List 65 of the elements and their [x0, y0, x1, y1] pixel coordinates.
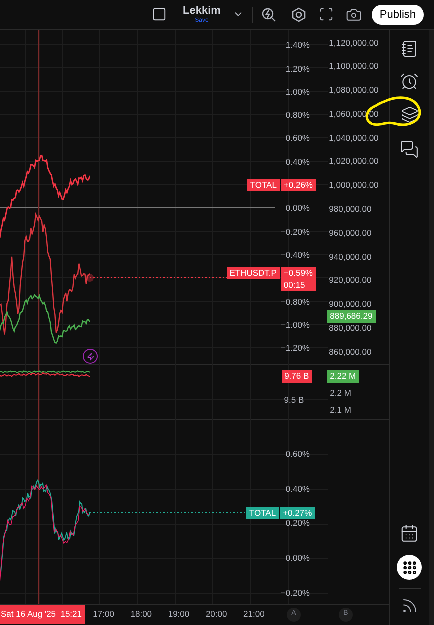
percent-axis-label: 0.60%: [286, 132, 311, 146]
series-badge-name: TOTAL: [247, 179, 280, 192]
lightning-search-icon[interactable]: [260, 6, 277, 22]
percent-axis-label: 0.40%: [286, 156, 311, 168]
price-axis-label: 880,000.00: [329, 322, 372, 335]
volume-axis-label: 2.1 M: [329, 404, 352, 416]
percent-axis-label: −0.40%: [280, 248, 311, 262]
percent-axis-label: 1.40%: [286, 39, 311, 52]
layers-icon[interactable]: [400, 106, 418, 124]
grid-icon: [402, 560, 418, 576]
percent-axis-label: −0.80%: [280, 296, 311, 308]
volume-badge: 9.76 B: [282, 370, 312, 383]
volume-axis-label: 9.5 B: [284, 394, 306, 407]
signal-icon[interactable]: [400, 597, 418, 615]
percent-change: +0.26%: [284, 179, 313, 192]
percent-axis-label: −1.00%: [280, 318, 311, 332]
percent-axis-label: 0.20%: [286, 517, 310, 530]
camera-icon[interactable]: [346, 6, 362, 22]
series-badge-name: ETHUSDT.P: [226, 266, 280, 279]
percent-change: +0.27%: [283, 507, 312, 519]
notes-icon[interactable]: [400, 40, 418, 58]
percent-axis-label: −0.20%: [280, 586, 310, 600]
time-axis-label: 19:00: [168, 608, 190, 621]
time-axis-label: 18:00: [130, 608, 152, 621]
percent-axis-label: 1.00%: [286, 86, 311, 99]
percent-change: −0.59%: [284, 266, 313, 279]
fullscreen-icon[interactable]: [318, 7, 334, 22]
price-axis-label: 960,000.00: [329, 226, 372, 240]
grid-menu-button[interactable]: [397, 555, 422, 580]
time-axis-label: 21:00: [244, 608, 265, 621]
price-axis-label: 1,100,000.00: [329, 60, 379, 74]
price-axis-label: 860,000.00: [329, 346, 372, 358]
percent-axis-label: 1.20%: [286, 62, 311, 76]
percent-axis-label: −1.20%: [280, 342, 311, 355]
alarm-clock-icon[interactable]: [400, 72, 419, 91]
price-axis-label: 920,000.00: [329, 274, 372, 288]
percent-axis-label: −0.20%: [280, 226, 311, 238]
price-badge: 889,686.29: [327, 310, 376, 323]
calendar-icon[interactable]: [400, 524, 419, 543]
percent-axis-label: 0.60%: [286, 448, 310, 461]
bar-countdown: 00:15: [284, 278, 306, 291]
hexagon-icon[interactable]: [290, 6, 307, 22]
percent-axis-label: 0.00%: [286, 552, 310, 565]
square-icon[interactable]: [152, 7, 167, 22]
price-axis-label: 1,120,000.00: [329, 36, 379, 50]
percent-axis-label: 0.40%: [286, 482, 310, 496]
volume-axis-label: 2.2 M: [329, 387, 352, 400]
price-axis-label: 940,000.00: [329, 250, 372, 264]
time-axis-label: 20:00: [206, 608, 228, 621]
series-badge-name: TOTAL: [246, 507, 280, 519]
price-axis-label: 1,020,000.00: [329, 155, 379, 168]
percent-axis-label: 0.00%: [286, 202, 311, 216]
time-axis-label: 17:00: [93, 608, 114, 621]
price-axis-label: 900,000.00: [329, 298, 372, 311]
crosshair-time: 15:21: [60, 608, 83, 621]
price-axis-label: 1,040,000.00: [329, 132, 379, 144]
chat-icon[interactable]: [400, 140, 419, 159]
layout-name: Lekkim: [183, 6, 221, 16]
percent-axis-label: 0.80%: [286, 109, 311, 122]
price-axis-label: 980,000.00: [329, 202, 372, 216]
price-axis-label: 1,000,000.00: [329, 179, 379, 192]
publish-button[interactable]: Publish: [372, 4, 424, 24]
price-axis-label: 1,080,000.00: [329, 84, 379, 97]
volume-value-badge: 2.22 M: [327, 370, 360, 383]
crosshair-date: Sat 16 Aug '25: [1, 608, 56, 621]
